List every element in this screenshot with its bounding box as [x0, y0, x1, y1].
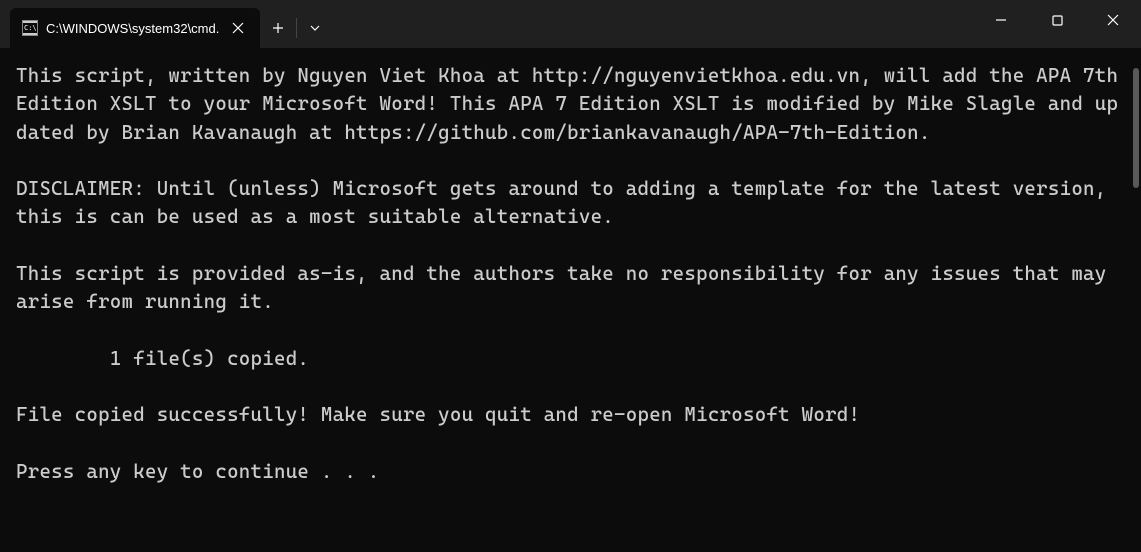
svg-text:C:\: C:\	[24, 24, 37, 32]
tab-title: C:\WINDOWS\system32\cmd.	[46, 21, 220, 36]
cmd-icon: C:\	[22, 20, 38, 36]
new-tab-button[interactable]	[260, 10, 296, 46]
tab-close-button[interactable]	[228, 18, 248, 38]
tabs-area: C:\ C:\WINDOWS\system32\cmd.	[0, 0, 260, 48]
terminal-line: 1 file(s) copied.	[16, 347, 309, 370]
tab-dropdown-button[interactable]	[297, 10, 333, 46]
terminal-line: Press any key to continue . . .	[16, 460, 380, 483]
titlebar: C:\ C:\WINDOWS\system32\cmd.	[0, 0, 1141, 48]
window-controls	[973, 0, 1141, 40]
maximize-button[interactable]	[1029, 0, 1085, 40]
terminal-line: DISCLAIMER: Until (unless) Microsoft get…	[16, 177, 1118, 228]
scrollbar[interactable]	[1133, 68, 1139, 188]
terminal-line: This script, written by Nguyen Viet Khoa…	[16, 64, 1130, 144]
tab-cmd[interactable]: C:\ C:\WINDOWS\system32\cmd.	[10, 8, 260, 48]
terminal-line: This script is provided as-is, and the a…	[16, 262, 1118, 313]
terminal-line: File copied successfully! Make sure you …	[16, 403, 860, 426]
terminal-output[interactable]: This script, written by Nguyen Viet Khoa…	[0, 48, 1141, 552]
minimize-button[interactable]	[973, 0, 1029, 40]
tab-actions	[260, 8, 333, 48]
close-button[interactable]	[1085, 0, 1141, 40]
